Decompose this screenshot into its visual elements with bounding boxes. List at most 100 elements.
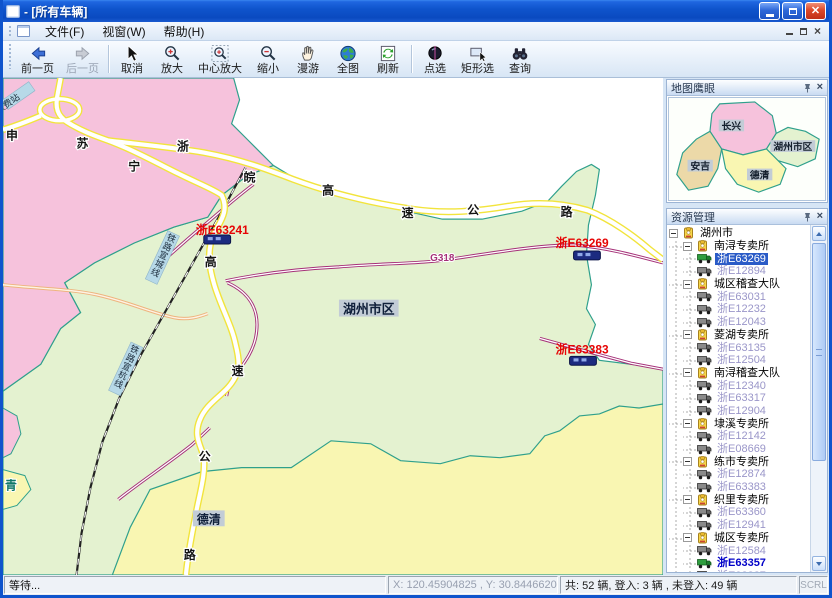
toolbar-button-cancel[interactable]: 取消 <box>112 42 152 76</box>
tree-node-vehicle[interactable]: 浙E63317 <box>669 392 810 405</box>
document-window-icon[interactable] <box>17 25 30 37</box>
tree-node-vehicle[interactable]: 浙E63031 <box>669 290 810 303</box>
tree-connector <box>669 417 683 430</box>
svg-text:湖州市区: 湖州市区 <box>343 302 395 317</box>
truck-icon <box>697 558 712 569</box>
app-icon <box>6 5 20 18</box>
menubar-grip[interactable] <box>7 24 13 38</box>
menu-item-2[interactable]: 视窗(W) <box>93 22 154 41</box>
restore-button[interactable] <box>782 2 803 20</box>
tree-connector <box>683 405 697 418</box>
tree-expand-toggle[interactable] <box>683 242 692 251</box>
scroll-thumb[interactable] <box>812 243 826 461</box>
tree-node-group[interactable]: 城区稽查大队 <box>669 278 810 291</box>
truck-icon <box>697 291 712 302</box>
tree-node-group[interactable]: 埭溪专卖所 <box>669 417 810 430</box>
tree-node-group[interactable]: 织里专卖所 <box>669 493 810 506</box>
center-zoom-icon <box>210 44 230 63</box>
toolbar-button-zoom-in[interactable]: 放大 <box>152 42 192 76</box>
tree-node-group[interactable]: 城区专卖所 <box>669 532 810 545</box>
map-label: 浙 <box>177 140 189 154</box>
truck-icon <box>697 266 712 277</box>
tree-node-vehicle[interactable]: 浙E12894 <box>669 265 810 278</box>
tree-node-vehicle[interactable]: 浙E12874 <box>669 468 810 481</box>
toolbar-button-pan[interactable]: 漫游 <box>288 42 328 76</box>
tree-node-vehicle[interactable]: 浙E12142 <box>669 430 810 443</box>
organization-icon <box>696 329 709 341</box>
tree-node-root[interactable]: 湖州市 <box>669 227 810 240</box>
eagle-eye-map[interactable]: 长兴安吉湖州市区德清 <box>668 97 826 201</box>
toolbar-button-query[interactable]: 查询 <box>500 42 540 76</box>
mdi-restore-icon[interactable] <box>800 28 807 35</box>
tree-expand-toggle[interactable] <box>683 419 692 428</box>
tree-node-group[interactable]: 南浔专卖所 <box>669 240 810 253</box>
tree-node-vehicle[interactable]: 浙E12904 <box>669 405 810 418</box>
toolbar-button-label: 刷新 <box>377 63 399 76</box>
tree-node-group[interactable]: 南浔稽查大队 <box>669 367 810 380</box>
tree-expand-toggle[interactable] <box>683 533 692 542</box>
tree-connector <box>669 455 683 468</box>
toolbar-button-label: 缩小 <box>257 63 279 76</box>
organization-icon <box>696 240 709 252</box>
mdi-close-icon[interactable]: × <box>814 25 821 37</box>
tree-node-vehicle[interactable]: 浙E63360 <box>669 506 810 519</box>
tree-connector <box>683 443 697 456</box>
toolbar-button-center-zoom[interactable]: 中心放大 <box>192 42 248 76</box>
tree-node-vehicle[interactable]: 浙E12584 <box>669 544 810 557</box>
toolbar-button-rect-select[interactable]: 矩形选 <box>455 42 500 76</box>
minimize-button[interactable] <box>759 2 780 20</box>
tree-node-label: 浙E63383 <box>715 481 768 493</box>
organization-icon <box>696 532 709 544</box>
zoom-in-icon <box>162 44 182 63</box>
menu-item-3[interactable]: 帮助(H) <box>155 22 214 41</box>
tree-connector <box>669 367 683 380</box>
tree-connector <box>683 290 697 303</box>
map-canvas[interactable]: 铁路宣城线铁路宣杭线收费站 申苏浙宁皖高速公路高速公路G318青 湖州市区德清 … <box>3 78 663 575</box>
tree-node-group[interactable]: 菱湖专卖所 <box>669 329 810 342</box>
scroll-down-button[interactable] <box>812 556 826 571</box>
tree-node-vehicle[interactable]: 浙E12232 <box>669 303 810 316</box>
tree-node-vehicle[interactable]: 浙E63269 <box>669 252 810 265</box>
tree-node-group[interactable]: 练市专卖所 <box>669 455 810 468</box>
toolbar-button-zoom-out[interactable]: 缩小 <box>248 42 288 76</box>
tree-node-label: 浙E63031 <box>715 291 768 303</box>
tree-scrollbar[interactable] <box>810 225 827 572</box>
close-button[interactable]: ✕ <box>805 2 826 20</box>
tree-expand-toggle[interactable] <box>669 229 678 238</box>
tree-connector <box>669 278 683 291</box>
pin-icon[interactable] <box>803 212 812 222</box>
tree-node-vehicle[interactable]: 浙E63135 <box>669 341 810 354</box>
tree-node-vehicle[interactable]: 浙E63383 <box>669 481 810 494</box>
tree-node-vehicle[interactable]: 浙E63357 <box>669 557 810 570</box>
tree-expand-toggle[interactable] <box>683 368 692 377</box>
tree-expand-toggle[interactable] <box>683 330 692 339</box>
tree-node-vehicle[interactable]: 浙E12043 <box>669 316 810 329</box>
close-icon[interactable]: × <box>817 82 823 93</box>
tree-node-label: 浙E63269 <box>715 253 768 265</box>
close-icon[interactable]: × <box>817 211 823 222</box>
pin-icon[interactable] <box>803 83 812 93</box>
tree-node-vehicle[interactable]: 浙E02387 <box>669 570 810 572</box>
tree-connector <box>669 557 683 570</box>
tree-connector <box>669 316 683 329</box>
toolbar-button-refresh[interactable]: 刷新 <box>368 42 408 76</box>
tree-node-vehicle[interactable]: 浙E08669 <box>669 443 810 456</box>
status-message: 等待... <box>4 576 386 594</box>
toolbar-separator <box>108 45 109 73</box>
tree-connector <box>669 506 683 519</box>
toolbar-button-point-select[interactable]: 点选 <box>415 42 455 76</box>
tree-expand-toggle[interactable] <box>683 495 692 504</box>
toolbar-button-prev-page[interactable]: 前一页 <box>15 42 60 76</box>
resource-manager-panel: 资源管理 × 湖州市南浔专卖所浙E63269浙E12894城区稽查大队浙E630… <box>666 208 828 573</box>
tree-expand-toggle[interactable] <box>683 457 692 466</box>
tree-node-vehicle[interactable]: 浙E12941 <box>669 519 810 532</box>
tree-expand-toggle[interactable] <box>683 280 692 289</box>
tree-node-vehicle[interactable]: 浙E12340 <box>669 379 810 392</box>
toolbar-button-full-extent[interactable]: 全图 <box>328 42 368 76</box>
tree-connector <box>669 303 683 316</box>
scroll-up-button[interactable] <box>812 226 826 241</box>
tree-node-vehicle[interactable]: 浙E12504 <box>669 354 810 367</box>
menu-item-1[interactable]: 文件(F) <box>36 22 93 41</box>
mdi-minimize-icon[interactable] <box>786 33 793 35</box>
toolbar-grip[interactable] <box>7 42 13 69</box>
